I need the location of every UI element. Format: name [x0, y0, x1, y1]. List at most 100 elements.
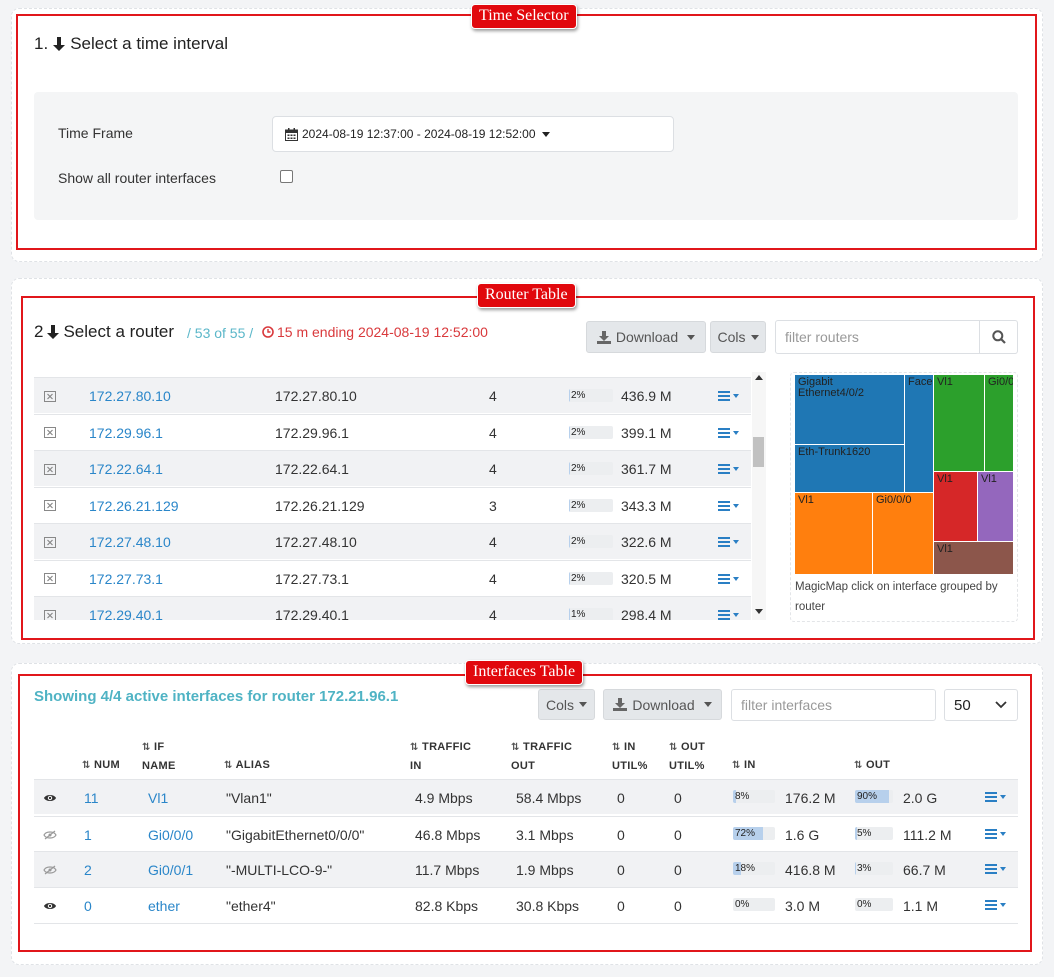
router-select-icon[interactable]: [44, 378, 56, 414]
treemap-tile[interactable]: Facel: [905, 375, 934, 493]
router-select-icon[interactable]: [44, 524, 56, 560]
router-select-icon[interactable]: [44, 488, 56, 524]
interface-num-link[interactable]: 0: [84, 888, 92, 923]
visibility-toggle[interactable]: [43, 817, 57, 852]
interfaces-filter-input[interactable]: filter interfaces: [731, 689, 936, 721]
router-name-link[interactable]: 172.26.21.129: [89, 488, 179, 524]
visibility-toggle[interactable]: [43, 780, 57, 815]
interface-row[interactable]: 2 Gi0/0/1 "-MULTI-LCO-9-" 11.7 Mbps 1.9 Mbps…: [34, 851, 1018, 887]
router-download-button[interactable]: Download: [586, 321, 706, 353]
row-menu-button[interactable]: [985, 900, 1006, 910]
router-select-icon[interactable]: [44, 415, 56, 451]
show-all-checkbox[interactable]: [280, 170, 293, 183]
router-name-link[interactable]: 172.27.48.10: [89, 524, 171, 560]
row-menu-button[interactable]: [985, 829, 1006, 839]
treemap-tile[interactable]: Gigabit Ethernet4/0/2: [795, 375, 905, 445]
scroll-thumb[interactable]: [753, 437, 764, 467]
hamburger-icon: [718, 464, 730, 474]
row-menu-button[interactable]: [718, 391, 739, 401]
traffic-in: 4.9 Mbps: [415, 789, 473, 806]
time-frame-picker[interactable]: 2024-08-19 12:37:00 - 2024-08-19 12:52:0…: [272, 116, 674, 152]
row-menu-button[interactable]: [718, 573, 739, 584]
router-count: / 53 of 55 /: [187, 325, 254, 341]
chevron-down-icon: [687, 334, 696, 340]
router-row[interactable]: 172.22.64.1 172.22.64.1 4 2% 361.7 M: [34, 450, 751, 486]
router-filter-input[interactable]: filter routers: [775, 320, 981, 354]
page-size-select[interactable]: 50: [944, 689, 1018, 721]
router-name-link[interactable]: 172.29.96.1: [89, 415, 163, 451]
visibility-toggle[interactable]: [43, 852, 57, 887]
router-name-link[interactable]: 172.22.64.1: [89, 451, 163, 487]
router-row[interactable]: 172.27.73.1 172.27.73.1 4 2% 320.5 M: [34, 559, 751, 597]
router-name-link[interactable]: 172.29.40.1: [89, 597, 163, 620]
treemap-tile[interactable]: Vl1: [934, 375, 985, 472]
out-volume: 111.2 M: [903, 826, 952, 843]
router-row[interactable]: 172.26.21.129 172.26.21.129 3 2% 343.3 M: [34, 486, 751, 524]
interfaces-download-button[interactable]: Download: [603, 689, 722, 720]
router-ip: 172.22.64.1: [275, 461, 349, 477]
router-table-scrollbar[interactable]: [752, 372, 766, 620]
interface-name-link[interactable]: ether: [148, 888, 180, 923]
router-name-link[interactable]: 172.27.80.10: [89, 378, 171, 414]
router-select-icon[interactable]: [44, 451, 56, 487]
interface-name-link[interactable]: Gi0/0/0: [148, 817, 193, 852]
col-alias[interactable]: ⇅ ALIAS: [224, 756, 270, 775]
scroll-down-arrow[interactable]: [755, 609, 763, 614]
treemap-tile[interactable]: Gi0/0: [985, 375, 1014, 472]
interface-row[interactable]: 11 Vl1 "Vlan1" 4.9 Mbps 58.4 Mbps 0 0 8% 176.2 M…: [34, 779, 1018, 814]
col-in-util[interactable]: ⇅ IN UTIL%: [612, 738, 648, 775]
router-interface-count: 4: [489, 388, 497, 404]
row-menu-button[interactable]: [985, 792, 1006, 802]
treemap-tile[interactable]: Gi0/0/0: [873, 493, 934, 575]
treemap-tile[interactable]: Vl1: [934, 472, 978, 542]
router-table: 172.27.80.10 172.27.80.10 4 2% 436.9 M 172.29…: [34, 377, 751, 620]
router-row[interactable]: 172.29.96.1 172.29.96.1 4 2% 399.1 M: [34, 413, 751, 451]
out-pct-bar: 0%: [855, 898, 893, 911]
visibility-toggle[interactable]: [43, 888, 57, 923]
row-menu-button[interactable]: [718, 464, 739, 474]
out-volume: 2.0 G: [903, 789, 938, 806]
router-cols-button[interactable]: Cols: [710, 321, 766, 353]
in-util: 0: [617, 861, 625, 878]
bar-fill: [569, 498, 570, 512]
row-menu-button[interactable]: [718, 610, 739, 620]
interface-row[interactable]: 1 Gi0/0/0 "GigabitEthernet0/0/0" 46.8 Mbps 3…: [34, 816, 1018, 851]
router-row[interactable]: 172.29.40.1 172.29.40.1 4 1% 298.4 M: [34, 596, 751, 620]
treemap-tile[interactable]: Vl1: [795, 493, 873, 575]
chevron-down-icon: [733, 394, 739, 398]
col-if-name[interactable]: ⇅ IF NAME: [142, 738, 176, 775]
col-num[interactable]: ⇅ NUM: [82, 756, 120, 775]
row-menu-button[interactable]: [985, 864, 1006, 874]
router-search-button[interactable]: [979, 320, 1018, 354]
col-out-util[interactable]: ⇅ OUT UTIL%: [669, 738, 705, 775]
in-util: 0: [617, 826, 625, 843]
hamburger-icon: [985, 864, 997, 874]
interface-name-link[interactable]: Vl1: [148, 780, 168, 815]
row-menu-button[interactable]: [718, 500, 739, 511]
scroll-up-arrow[interactable]: [755, 375, 763, 380]
bar-fill: [569, 462, 570, 475]
interface-row[interactable]: 0 ether "ether4" 82.8 Kbps 30.8 Kbps 0 0 0% 3.0 …: [34, 887, 1018, 922]
magicmap-treemap[interactable]: Gigabit Ethernet4/0/2 Eth-Trunk1620 Face…: [795, 375, 1014, 575]
col-in[interactable]: ⇅ IN: [732, 756, 756, 775]
interface-name-link[interactable]: Gi0/0/1: [148, 852, 193, 887]
router-select-icon[interactable]: [44, 561, 56, 597]
interface-num-link[interactable]: 1: [84, 817, 92, 852]
router-row[interactable]: 172.27.48.10 172.27.48.10 4 2% 322.6 M: [34, 523, 751, 559]
treemap-tile[interactable]: Vl1: [978, 472, 1014, 542]
interface-num-link[interactable]: 2: [84, 852, 92, 887]
col-out[interactable]: ⇅ OUT: [854, 756, 890, 775]
interface-num-link[interactable]: 11: [84, 780, 99, 815]
row-menu-button[interactable]: [718, 537, 739, 547]
router-name-link[interactable]: 172.27.73.1: [89, 561, 163, 597]
chevron-down-icon: [995, 701, 1007, 709]
router-row[interactable]: 172.27.80.10 172.27.80.10 4 2% 436.9 M: [34, 377, 751, 413]
col-traffic-in[interactable]: ⇅ TRAFFIC IN: [410, 738, 471, 775]
interfaces-cols-button[interactable]: Cols: [538, 689, 595, 720]
search-icon: [991, 330, 1006, 344]
treemap-tile[interactable]: Vl1: [934, 542, 1014, 575]
treemap-tile[interactable]: Eth-Trunk1620: [795, 445, 905, 493]
router-select-icon[interactable]: [44, 597, 56, 620]
row-menu-button[interactable]: [718, 427, 739, 438]
col-traffic-out[interactable]: ⇅ TRAFFIC OUT: [511, 738, 572, 775]
